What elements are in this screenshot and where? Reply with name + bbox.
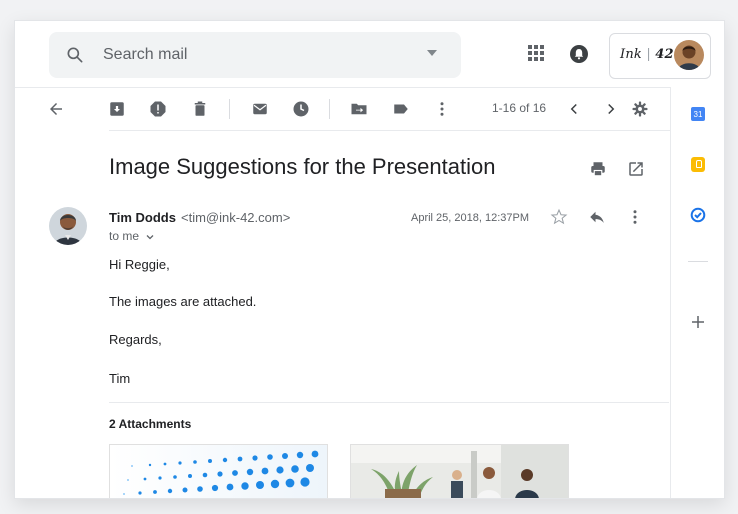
email-body-line: Regards, (109, 332, 162, 347)
search-bar[interactable]: Search mail (49, 32, 461, 78)
header-divider (15, 87, 670, 88)
search-input[interactable]: Search mail (103, 46, 187, 64)
toolbar-divider (109, 130, 670, 131)
recipient-dropdown[interactable]: to me (109, 229, 154, 243)
email-body-line: Tim (109, 371, 131, 386)
settings-gear-icon[interactable] (631, 100, 649, 118)
email-date: April 25, 2018, 12:37PM (411, 212, 530, 224)
chevron-right-icon[interactable] (602, 100, 620, 118)
attachment-thumbnail[interactable] (350, 444, 569, 498)
attachments-divider (109, 402, 669, 403)
label-icon[interactable] (392, 100, 410, 118)
chevron-down-icon[interactable] (146, 233, 154, 241)
calendar-icon[interactable]: 31 (691, 107, 705, 121)
gmail-window: Search mail Ink | 42 1-16 of 16 31 Image… (14, 20, 725, 499)
star-icon[interactable] (550, 208, 568, 226)
attachment-thumbnail[interactable] (109, 444, 328, 498)
side-panel: 31 (670, 87, 724, 498)
email-body-line: Hi Reggie, (109, 257, 170, 272)
toolbar-separator (329, 99, 330, 119)
notifications-icon[interactable] (569, 44, 589, 64)
more-vert-icon[interactable] (626, 208, 644, 226)
keep-icon[interactable] (691, 157, 705, 172)
snooze-icon[interactable] (292, 100, 310, 118)
recipient-label: to me (109, 229, 140, 243)
sender-name: Tim Dodds (109, 210, 176, 225)
sender-avatar[interactable] (49, 207, 87, 245)
archive-icon[interactable] (108, 100, 126, 118)
email-subject: Image Suggestions for the Presentation (109, 154, 496, 179)
account-avatar[interactable] (674, 40, 704, 70)
pagination-count: 1-16 of 16 (492, 101, 547, 115)
tasks-icon[interactable] (690, 207, 706, 223)
email-body-line: The images are attached. (109, 294, 257, 309)
plus-icon[interactable] (691, 315, 705, 329)
chevron-left-icon[interactable] (565, 100, 583, 118)
reply-icon[interactable] (588, 208, 606, 226)
account-switcher[interactable]: Ink | 42 (609, 33, 711, 79)
report-spam-icon[interactable] (149, 100, 167, 118)
mark-unread-icon[interactable] (251, 100, 269, 118)
dropdown-caret-icon[interactable] (427, 50, 437, 56)
apps-grid-icon[interactable] (528, 45, 544, 61)
attachments-title: 2 Attachments (109, 417, 192, 431)
open-in-new-window-icon[interactable] (627, 160, 645, 178)
side-panel-divider (688, 261, 708, 262)
delete-icon[interactable] (191, 100, 209, 118)
more-vert-icon[interactable] (433, 100, 451, 118)
search-icon[interactable] (65, 45, 85, 65)
move-to-icon[interactable] (350, 100, 368, 118)
brand-logo: Ink | 42 (620, 47, 674, 62)
toolbar-separator (229, 99, 230, 119)
sender-email: <tim@ink-42.com> (181, 210, 291, 225)
back-arrow-icon[interactable] (47, 100, 65, 118)
print-icon[interactable] (589, 160, 607, 178)
